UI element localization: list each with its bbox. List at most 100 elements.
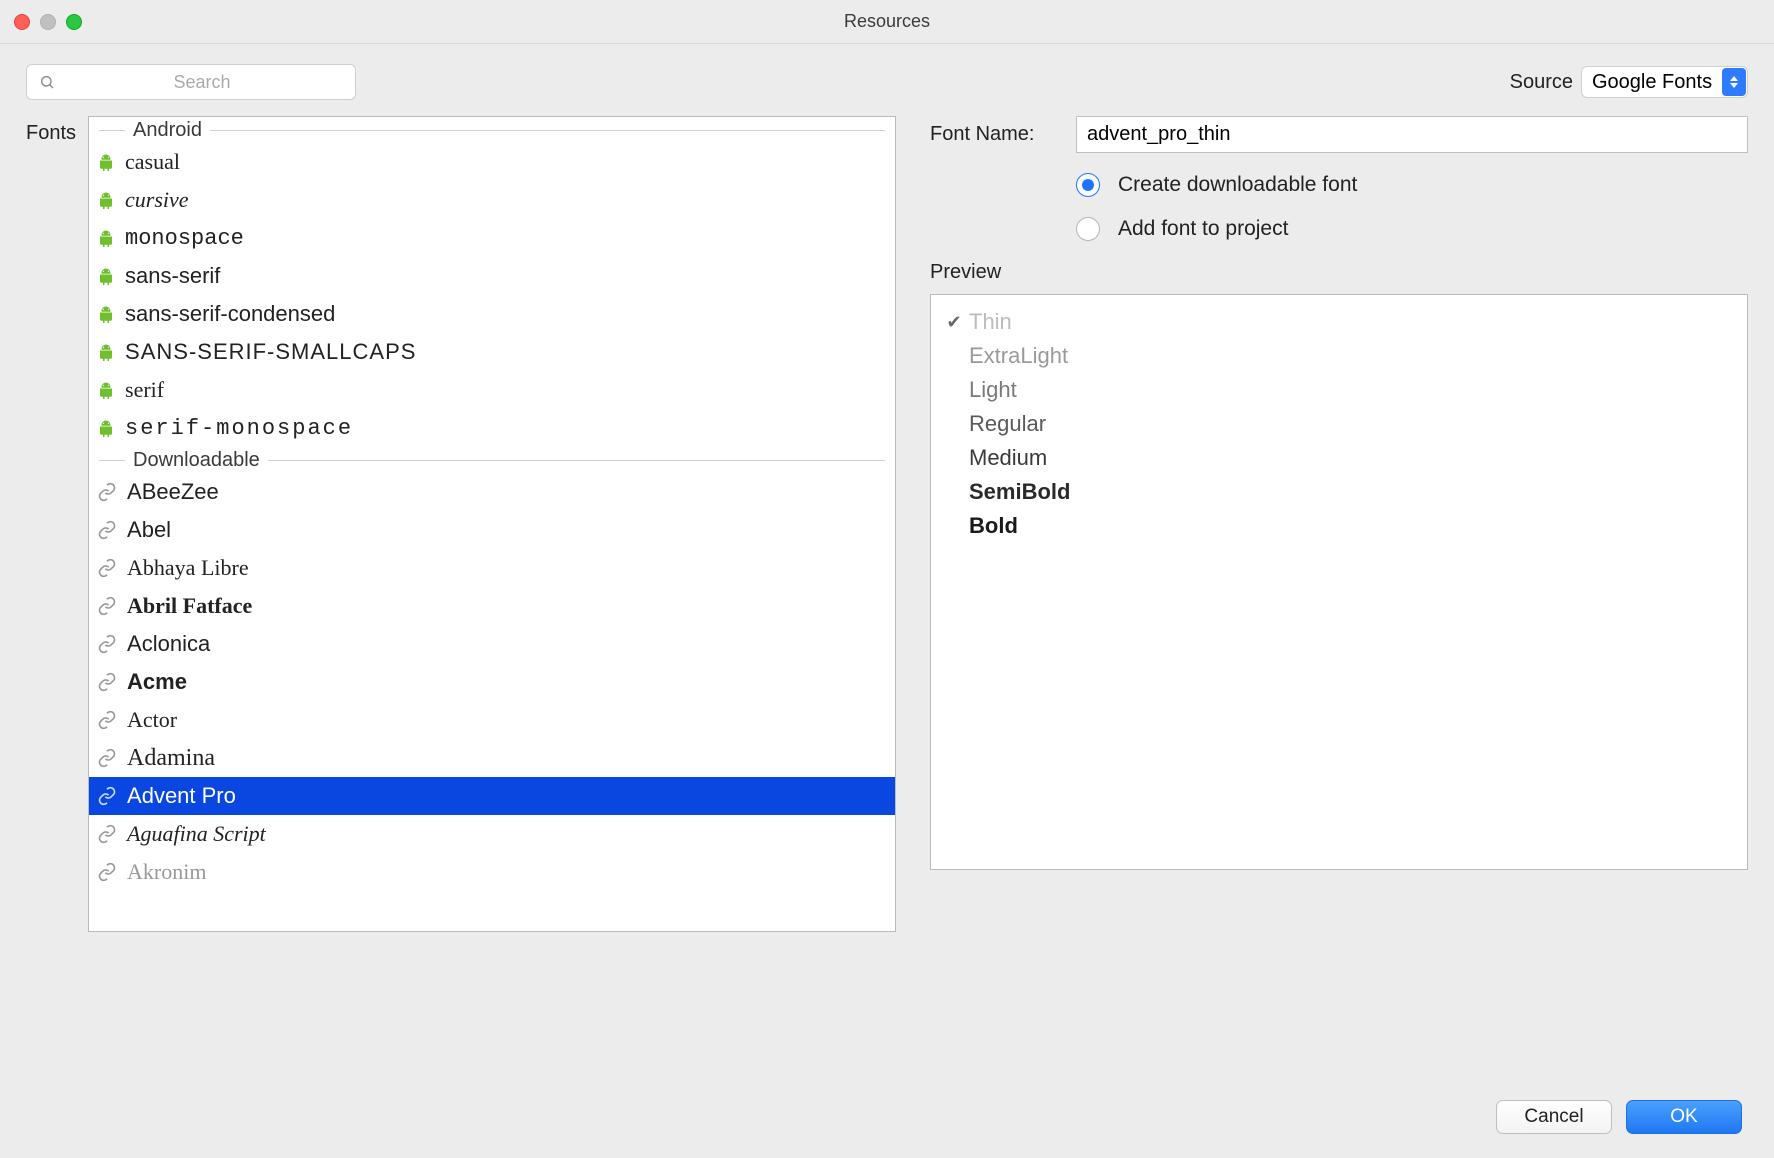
preview-box: ✔Thin ExtraLight Light Regular Medium Se… [930, 294, 1748, 870]
list-item[interactable]: sans-serif [89, 257, 895, 295]
font-item-label: serif-monospace [125, 416, 353, 441]
list-item[interactable]: Akronim [89, 853, 895, 891]
font-item-label: Akronim [127, 859, 206, 885]
group-header-downloadable: Downloadable [89, 447, 895, 473]
preview-label: Preview [930, 261, 1748, 284]
font-item-label: Actor [127, 707, 177, 733]
preview-item[interactable]: SemiBold [945, 475, 1733, 509]
font-name-input[interactable] [1076, 116, 1748, 153]
android-icon [97, 191, 115, 209]
list-item[interactable]: Actor [89, 701, 895, 739]
link-icon [97, 824, 117, 844]
footer: Cancel OK [26, 1076, 1748, 1152]
list-item[interactable]: casual [89, 143, 895, 181]
android-icon [97, 419, 115, 437]
search-input[interactable] [61, 72, 343, 93]
link-icon [97, 634, 117, 654]
source-select[interactable]: Google Fonts [1581, 66, 1748, 98]
radio-add-row[interactable]: Add font to project [1076, 217, 1748, 241]
link-icon [97, 482, 117, 502]
list-item[interactable]: ABeeZee [89, 473, 895, 511]
font-item-label: Abhaya Libre [127, 555, 249, 581]
font-item-label: ABeeZee [127, 479, 219, 505]
source-label: Source [1510, 71, 1573, 94]
preview-item[interactable]: Light [945, 373, 1733, 407]
group-header-label: Android [133, 119, 202, 142]
list-item[interactable]: serif-monospace [89, 409, 895, 447]
link-icon [97, 710, 117, 730]
radio-add-label: Add font to project [1118, 217, 1288, 241]
resources-window: Resources Source Google Fonts [0, 0, 1774, 1158]
preview-item[interactable]: ExtraLight [945, 339, 1733, 373]
preview-item[interactable]: ✔Thin [945, 305, 1733, 339]
source-select-wrap[interactable]: Google Fonts [1581, 66, 1748, 98]
list-item[interactable]: Aguafina Script [89, 815, 895, 853]
android-icon [97, 381, 115, 399]
android-icon [97, 267, 115, 285]
link-icon [97, 748, 117, 768]
font-item-label: Abel [127, 517, 171, 543]
font-item-label: Acme [127, 669, 187, 695]
close-window-button[interactable] [14, 14, 30, 30]
list-item[interactable]: cursive [89, 181, 895, 219]
list-item-selected[interactable]: Advent Pro [89, 777, 895, 815]
list-item[interactable]: Aclonica [89, 625, 895, 663]
font-item-label: sans-serif [125, 263, 220, 289]
list-item[interactable]: Acme [89, 663, 895, 701]
link-icon [97, 520, 117, 540]
font-list[interactable]: Android casual cursive monospace sans-se… [88, 116, 896, 932]
android-icon [97, 153, 115, 171]
left-column: Fonts Android casual cursive monospace s… [26, 116, 896, 1076]
list-item[interactable]: monospace [89, 219, 895, 257]
android-icon [97, 229, 115, 247]
list-item[interactable]: Abel [89, 511, 895, 549]
group-header-label: Downloadable [133, 449, 260, 472]
ok-button[interactable]: OK [1626, 1100, 1742, 1134]
font-item-label: casual [125, 149, 180, 175]
minimize-window-button[interactable] [40, 14, 56, 30]
link-icon [97, 862, 117, 882]
traffic-lights [14, 14, 82, 30]
fonts-label: Fonts [26, 116, 76, 1076]
list-item[interactable]: Abril Fatface [89, 587, 895, 625]
android-icon [97, 305, 115, 323]
preview-weight-label: Bold [969, 513, 1018, 539]
list-item[interactable]: serif [89, 371, 895, 409]
list-item[interactable]: Adamina [89, 739, 895, 777]
radio-add[interactable] [1076, 217, 1100, 241]
android-icon [97, 343, 115, 361]
font-item-label: serif [125, 377, 164, 403]
font-item-label: Adamina [127, 745, 215, 772]
radio-create-row[interactable]: Create downloadable font [1076, 173, 1748, 197]
radio-create-label: Create downloadable font [1118, 173, 1357, 197]
radio-create[interactable] [1076, 173, 1100, 197]
right-column: Font Name: Create downloadable font Add … [930, 116, 1748, 1076]
font-name-label: Font Name: [930, 123, 1060, 146]
preview-item[interactable]: Medium [945, 441, 1733, 475]
preview-weight-label: Light [969, 377, 1017, 403]
cancel-button[interactable]: Cancel [1496, 1100, 1612, 1134]
search-field-wrap[interactable] [26, 64, 356, 100]
font-item-label: cursive [125, 187, 189, 213]
window-title: Resources [844, 11, 930, 32]
font-item-label: Aguafina Script [127, 821, 266, 847]
group-header-android: Android [89, 117, 895, 143]
list-item[interactable]: SANS-SERIF-SMALLCAPS [89, 333, 895, 371]
preview-item[interactable]: Bold [945, 509, 1733, 543]
font-item-label: monospace [125, 226, 244, 251]
font-item-label: Abril Fatface [127, 593, 252, 619]
list-item[interactable]: sans-serif-condensed [89, 295, 895, 333]
font-name-row: Font Name: [930, 116, 1748, 153]
preview-weight-label: Medium [969, 445, 1047, 471]
preview-weight-label: ExtraLight [969, 343, 1068, 369]
preview-item[interactable]: Regular [945, 407, 1733, 441]
link-icon [97, 672, 117, 692]
titlebar: Resources [0, 0, 1774, 44]
font-item-label: sans-serif-condensed [125, 301, 335, 327]
font-item-label: Advent Pro [127, 783, 236, 809]
font-item-label: Aclonica [127, 631, 210, 657]
zoom-window-button[interactable] [66, 14, 82, 30]
preview-weight-label: SemiBold [969, 479, 1070, 505]
list-item[interactable]: Abhaya Libre [89, 549, 895, 587]
check-icon: ✔ [945, 312, 963, 333]
